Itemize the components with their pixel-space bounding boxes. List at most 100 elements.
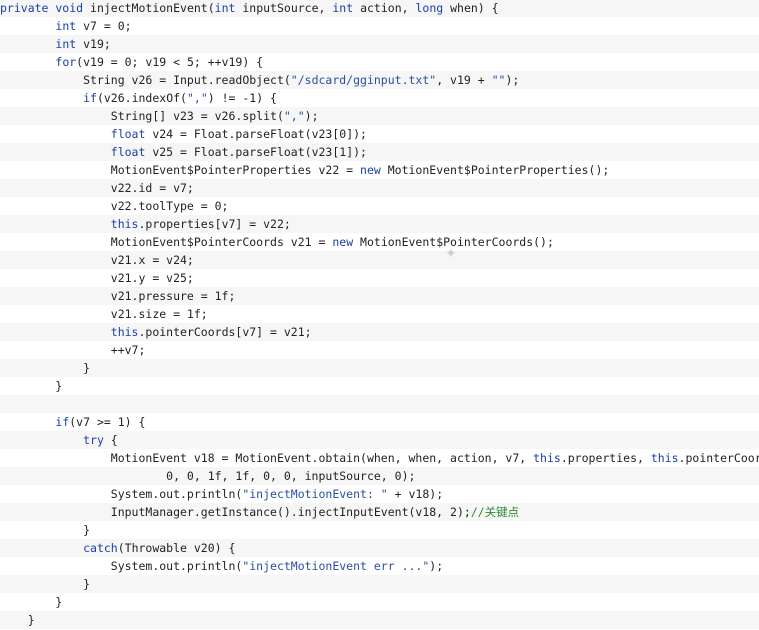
code-token: );: [429, 559, 444, 573]
code-token: }: [0, 577, 91, 591]
code-token: ++v7;: [0, 343, 146, 357]
code-token: }: [0, 613, 35, 627]
code-token: }: [0, 523, 91, 537]
code-line: System.out.println("injectMotionEvent: "…: [0, 485, 759, 503]
keyword-token: float: [110, 145, 146, 159]
code-line: catch(Throwable v20) {: [0, 539, 759, 557]
code-token: v21.x = v24;: [0, 253, 194, 267]
keyword-token: int: [214, 1, 236, 15]
code-line: MotionEvent v18 = MotionEvent.obtain(whe…: [0, 449, 759, 467]
code-line: for(v19 = 0; v19 < 5; ++v19) {: [0, 53, 759, 71]
code-token: v24 = Float.parseFloat(v23[0]);: [145, 127, 367, 141]
keyword-token: int: [55, 19, 77, 33]
code-token: String v26 = Input.readObject(: [0, 73, 291, 87]
code-token: injectMotionEvent(: [83, 1, 215, 15]
keyword-token: new: [332, 235, 354, 249]
code-line: 0, 0, 1f, 1f, 0, 0, inputSource, 0);: [0, 467, 759, 485]
code-line: v21.size = 1f;: [0, 305, 759, 323]
keyword-token: this: [533, 451, 561, 465]
keyword-token: private void: [0, 1, 84, 15]
code-token: System.out.println(: [0, 559, 243, 573]
code-line: float v24 = Float.parseFloat(v23[0]);: [0, 125, 759, 143]
code-token: );: [505, 73, 520, 87]
code-line: int v7 = 0;: [0, 17, 759, 35]
code-token: MotionEvent v18 = MotionEvent.obtain(whe…: [0, 451, 534, 465]
code-token: );: [304, 109, 319, 123]
code-token: .pointerCoords[v7] = v21;: [138, 325, 312, 339]
code-token: System.out.println(: [0, 487, 243, 501]
code-line: ++v7;: [0, 341, 759, 359]
keyword-token: for: [55, 55, 77, 69]
keyword-token: float: [110, 127, 146, 141]
code-line: try {: [0, 431, 759, 449]
code-token: MotionEvent$PointerProperties();: [380, 163, 610, 177]
keyword-token: if: [55, 415, 70, 429]
string-token: ",": [283, 109, 305, 123]
keyword-token: if: [83, 91, 97, 105]
code-line: v22.id = v7;: [0, 179, 759, 197]
keyword-token: int: [332, 1, 354, 15]
code-line: MotionEvent$PointerProperties v22 = new …: [0, 161, 759, 179]
code-token: }: [0, 595, 63, 609]
code-token: .properties[v7] = v22;: [138, 217, 291, 231]
code-token: v19;: [76, 37, 111, 51]
comment-token: //关键点: [470, 505, 520, 519]
code-token: 0, 0, 1f, 1f, 0, 0, inputSource, 0);: [0, 469, 416, 483]
code-token: + v18);: [387, 487, 444, 501]
keyword-token: int: [55, 37, 77, 51]
code-line: }: [0, 575, 759, 593]
code-line: MotionEvent$PointerCoords v21 = new Moti…: [0, 233, 759, 251]
code-token: .properties,: [560, 451, 651, 465]
code-token: v21.size = 1f;: [0, 307, 208, 321]
code-token: }: [0, 379, 63, 393]
code-line: v22.toolType = 0;: [0, 197, 759, 215]
code-line: [0, 395, 759, 413]
keyword-token: catch: [83, 541, 118, 555]
code-line: float v25 = Float.parseFloat(v23[1]);: [0, 143, 759, 161]
code-viewer: private void injectMotionEvent(int input…: [0, 0, 759, 630]
code-token: inputSource,: [235, 1, 333, 15]
code-token: String[] v23 = v26.split(: [0, 109, 284, 123]
code-line: v21.y = v25;: [0, 269, 759, 287]
code-token: }: [0, 361, 91, 375]
code-token: (v26.indexOf(: [96, 91, 187, 105]
code-token: v22.id = v7;: [0, 181, 194, 195]
code-line: int v19;: [0, 35, 759, 53]
keyword-token: try: [83, 433, 104, 447]
code-token: {: [103, 433, 118, 447]
code-token: InputManager.getInstance().injectInputEv…: [0, 505, 471, 519]
code-line: v21.pressure = 1f;: [0, 287, 759, 305]
code-token: MotionEvent$PointerCoords v21 =: [0, 235, 333, 249]
busy-cursor-icon: ✦: [445, 246, 457, 262]
code-line: String[] v23 = v26.split(",");: [0, 107, 759, 125]
code-token: (v19 = 0; v19 < 5; ++v19) {: [76, 55, 264, 69]
code-line: this.properties[v7] = v22;: [0, 215, 759, 233]
string-token: "": [491, 73, 506, 87]
code-token: v25 = Float.parseFloat(v23[1]);: [145, 145, 367, 159]
code-line: }: [0, 359, 759, 377]
code-token: ) != -1) {: [207, 91, 277, 105]
string-token: "injectMotionEvent err ...": [242, 559, 430, 573]
code-line: }: [0, 611, 759, 629]
code-line: System.out.println("injectMotionEvent er…: [0, 557, 759, 575]
code-line: if(v7 >= 1) {: [0, 413, 759, 431]
code-line: }: [0, 377, 759, 395]
keyword-token: this: [110, 217, 139, 231]
keyword-token: this: [650, 451, 679, 465]
code-token: , v19 +: [436, 73, 492, 87]
code-token: v22.toolType = 0;: [0, 199, 229, 213]
code-token: action,: [353, 1, 416, 15]
code-line: private void injectMotionEvent(int input…: [0, 0, 759, 17]
keyword-token: new: [360, 163, 381, 177]
code-token: MotionEvent$PointerProperties v22 =: [0, 163, 361, 177]
